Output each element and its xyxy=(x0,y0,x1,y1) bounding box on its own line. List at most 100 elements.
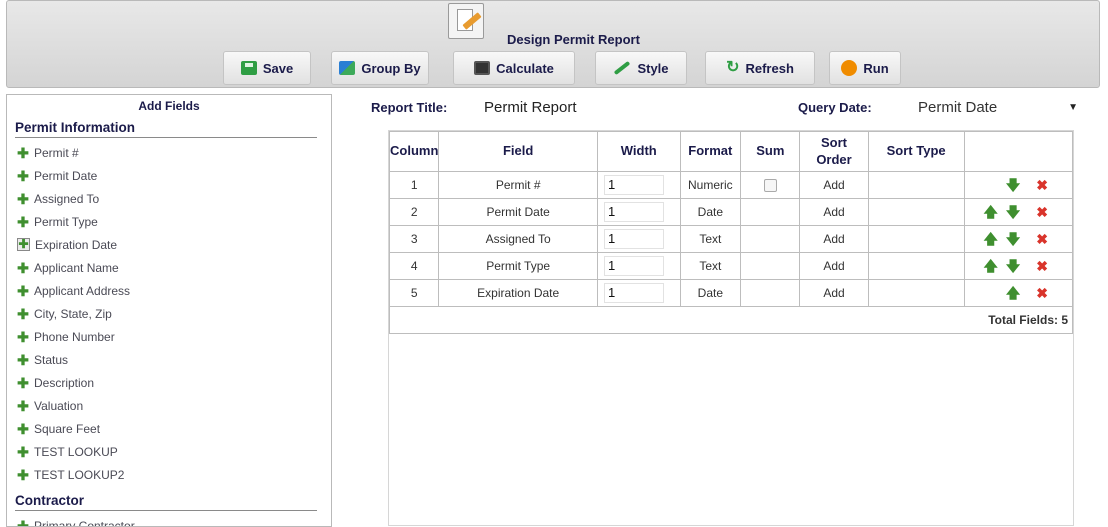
query-date-select[interactable]: Permit Date ▼ xyxy=(918,96,1078,118)
move-up-icon[interactable]: 🡅 xyxy=(983,259,997,273)
actions-cell: 🡅 🡇 ✖ xyxy=(963,252,1074,280)
row-field: Expiration Date xyxy=(438,279,598,307)
add-field-permit-number[interactable]: ✚ Permit # xyxy=(17,141,331,164)
field-label: Permit Type xyxy=(34,214,98,229)
delete-icon[interactable]: ✖ xyxy=(1036,205,1048,219)
add-field-phone-number[interactable]: ✚ Phone Number xyxy=(17,325,331,348)
move-down-icon[interactable]: 🡇 xyxy=(1006,205,1020,219)
move-down-icon[interactable]: 🡇 xyxy=(1006,232,1020,246)
add-fields-title: Add Fields xyxy=(138,99,200,113)
add-field-applicant-name[interactable]: ✚ Applicant Name xyxy=(17,256,331,279)
sum-cell xyxy=(740,279,801,307)
add-field-assigned-to[interactable]: ✚ Assigned To xyxy=(17,187,331,210)
sort-order-add-link[interactable]: Add xyxy=(799,252,869,280)
save-button[interactable]: Save xyxy=(223,51,311,85)
plus-icon: ✚ xyxy=(17,259,29,276)
format-link[interactable]: Text xyxy=(679,252,742,280)
run-icon xyxy=(841,60,858,76)
field-label: Permit Date xyxy=(34,168,98,183)
field-label: Assigned To xyxy=(34,191,100,206)
sum-checkbox[interactable] xyxy=(763,179,777,193)
width-input[interactable]: 1 xyxy=(603,175,664,195)
table-row: 3 Assigned To 1 Text Add 🡅 🡇 ✖ xyxy=(388,225,1074,253)
add-fields-panel: Add Fields Permit Information ✚ Permit # … xyxy=(6,94,332,527)
brush-icon xyxy=(614,60,631,76)
plus-icon: ✚ xyxy=(17,374,29,391)
report-title-label: Report Title: xyxy=(371,100,448,115)
field-label: Phone Number xyxy=(34,329,115,344)
sum-cell xyxy=(740,225,801,253)
move-down-icon[interactable]: 🡇 xyxy=(1006,178,1020,192)
row-field: Permit Date xyxy=(438,198,598,226)
refresh-button[interactable]: ↻ Refresh xyxy=(705,51,815,85)
width-input[interactable]: 1 xyxy=(603,202,664,222)
add-field-permit-type[interactable]: ✚ Permit Type xyxy=(17,210,331,233)
style-button[interactable]: Style xyxy=(595,51,687,85)
refresh-label: Refresh xyxy=(745,60,794,76)
calculate-label: Calculate xyxy=(496,60,554,76)
width-input[interactable]: 1 xyxy=(603,229,664,249)
add-field-square-feet[interactable]: ✚ Square Feet xyxy=(17,417,331,440)
total-fields-count: Total Fields: 5 xyxy=(389,306,1073,334)
format-link[interactable]: Text xyxy=(679,225,742,253)
add-field-valuation[interactable]: ✚ Valuation xyxy=(17,394,331,417)
dropdown-caret-icon: ▼ xyxy=(1068,101,1078,113)
row-number: 3 xyxy=(388,225,440,253)
add-field-status[interactable]: ✚ Status xyxy=(17,348,331,371)
field-label: Permit # xyxy=(34,145,79,160)
sort-order-add-link[interactable]: Add xyxy=(799,198,869,226)
section-permit-information: Permit Information xyxy=(15,117,317,138)
query-date-label: Query Date: xyxy=(798,100,872,115)
add-field-primary-contractor[interactable]: ✚ Primary Contractor xyxy=(17,514,331,527)
plus-icon: ✚ xyxy=(17,282,29,299)
format-link[interactable]: Date xyxy=(679,198,742,226)
add-field-description[interactable]: ✚ Description xyxy=(17,371,331,394)
move-up-icon[interactable]: 🡅 xyxy=(983,232,997,246)
row-field: Permit # xyxy=(438,171,598,199)
calculate-button[interactable]: Calculate xyxy=(453,51,575,85)
group-by-button[interactable]: Group By xyxy=(331,51,429,85)
add-field-test-lookup[interactable]: ✚ TEST LOOKUP xyxy=(17,440,331,463)
table-row: 4 Permit Type 1 Text Add 🡅 🡇 ✖ xyxy=(388,252,1074,280)
report-title-input[interactable] xyxy=(484,96,784,118)
format-link[interactable]: Numeric xyxy=(679,171,742,199)
field-label: Primary Contractor xyxy=(34,518,135,527)
add-field-city-state-zip[interactable]: ✚ City, State, Zip xyxy=(17,302,331,325)
run-button[interactable]: Run xyxy=(829,51,901,85)
row-number: 5 xyxy=(388,279,440,307)
delete-icon[interactable]: ✖ xyxy=(1036,178,1048,192)
table-row: 2 Permit Date 1 Date Add 🡅 🡇 ✖ xyxy=(388,198,1074,226)
move-up-icon[interactable]: 🡅 xyxy=(983,205,997,219)
delete-icon[interactable]: ✖ xyxy=(1036,286,1048,300)
sort-type-cell xyxy=(867,171,965,199)
add-field-expiration-date[interactable]: ✚ Expiration Date xyxy=(17,233,331,256)
header-sort-type: Sort Type xyxy=(867,131,965,172)
plus-icon: ✚ xyxy=(17,443,29,460)
sort-order-add-link[interactable]: Add xyxy=(799,279,869,307)
header-sum: Sum xyxy=(740,131,801,172)
sort-order-add-link[interactable]: Add xyxy=(799,171,869,199)
field-label: Square Feet xyxy=(34,421,101,436)
plus-icon: ✚ xyxy=(17,144,29,161)
add-field-test-lookup2[interactable]: ✚ TEST LOOKUP2 xyxy=(17,463,331,486)
plus-icon: ✚ xyxy=(17,167,29,184)
group-by-icon xyxy=(339,61,356,75)
save-label: Save xyxy=(262,60,294,76)
format-link[interactable]: Date xyxy=(679,279,742,307)
sort-type-cell xyxy=(867,198,965,226)
design-header: Design Permit Report Save Group By Calcu… xyxy=(6,0,1100,88)
delete-icon[interactable]: ✖ xyxy=(1036,232,1048,246)
width-input[interactable]: 1 xyxy=(603,256,664,276)
sort-order-add-link[interactable]: Add xyxy=(799,225,869,253)
field-label: Applicant Name xyxy=(34,260,119,275)
width-input[interactable]: 1 xyxy=(603,283,664,303)
move-up-icon[interactable]: 🡅 xyxy=(1006,286,1020,300)
sort-type-cell xyxy=(867,252,965,280)
header-field: Field xyxy=(438,131,598,172)
sum-cell xyxy=(740,171,801,199)
add-field-applicant-address[interactable]: ✚ Applicant Address xyxy=(17,279,331,302)
move-down-icon[interactable]: 🡇 xyxy=(1006,259,1020,273)
delete-icon[interactable]: ✖ xyxy=(1036,259,1048,273)
plus-icon: ✚ xyxy=(17,466,29,483)
add-field-permit-date[interactable]: ✚ Permit Date xyxy=(17,164,331,187)
